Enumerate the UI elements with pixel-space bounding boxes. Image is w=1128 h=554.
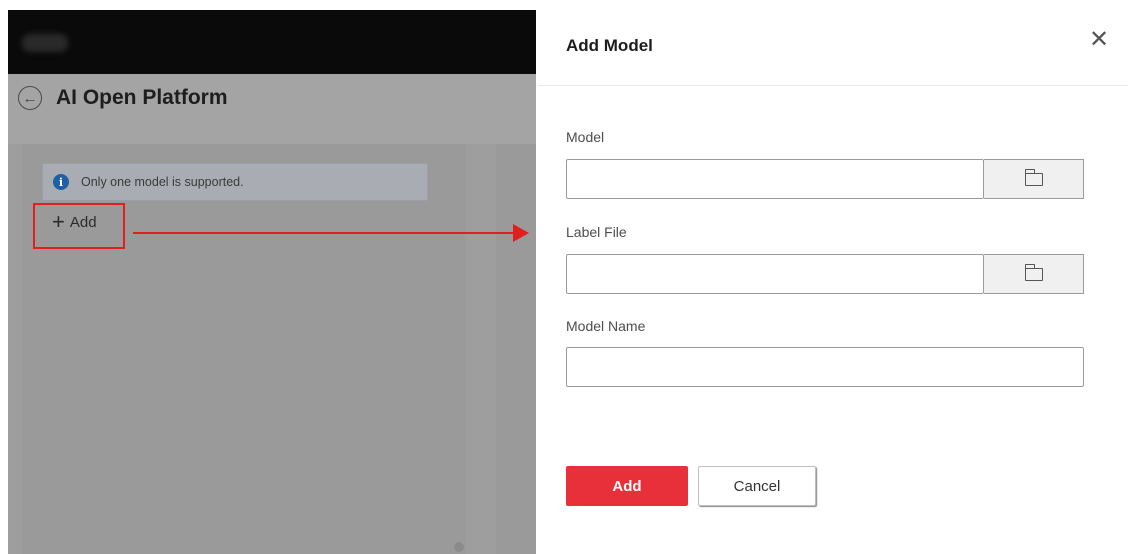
panel-header: Add Model ✕: [538, 0, 1128, 86]
add-button[interactable]: Add: [566, 466, 688, 506]
model-label: Model: [566, 129, 605, 145]
app-topbar: [8, 10, 536, 74]
cancel-button[interactable]: Cancel: [698, 466, 816, 506]
label-file-browse-button[interactable]: [984, 254, 1084, 294]
model-browse-button[interactable]: [984, 159, 1084, 199]
back-icon[interactable]: ←: [18, 86, 42, 110]
annotation-arrow-head: [513, 224, 529, 242]
scroll-indicator: [454, 542, 464, 552]
annotation-highlight-box: [33, 203, 125, 249]
side-card: [496, 144, 536, 554]
panel-title: Add Model: [566, 36, 653, 55]
page-title: AI Open Platform: [56, 86, 228, 109]
model-file-input[interactable]: [566, 159, 984, 199]
folder-icon: [1024, 263, 1043, 281]
add-model-panel: Add Model ✕ Model Label File Model Name …: [538, 0, 1128, 554]
model-name-label: Model Name: [566, 318, 646, 334]
app-logo: [22, 34, 68, 52]
folder-icon: [1024, 168, 1043, 186]
label-file-input[interactable]: [566, 254, 984, 294]
back-arrow-glyph: ←: [22, 89, 38, 107]
info-notice: i Only one model is supported.: [42, 163, 428, 201]
close-icon[interactable]: ✕: [1089, 28, 1109, 52]
info-icon: i: [53, 174, 69, 190]
label-file-label: Label File: [566, 224, 627, 240]
model-name-input[interactable]: [566, 347, 1084, 387]
annotation-arrow-line: [133, 232, 515, 234]
notice-text: Only one model is supported.: [81, 175, 244, 189]
